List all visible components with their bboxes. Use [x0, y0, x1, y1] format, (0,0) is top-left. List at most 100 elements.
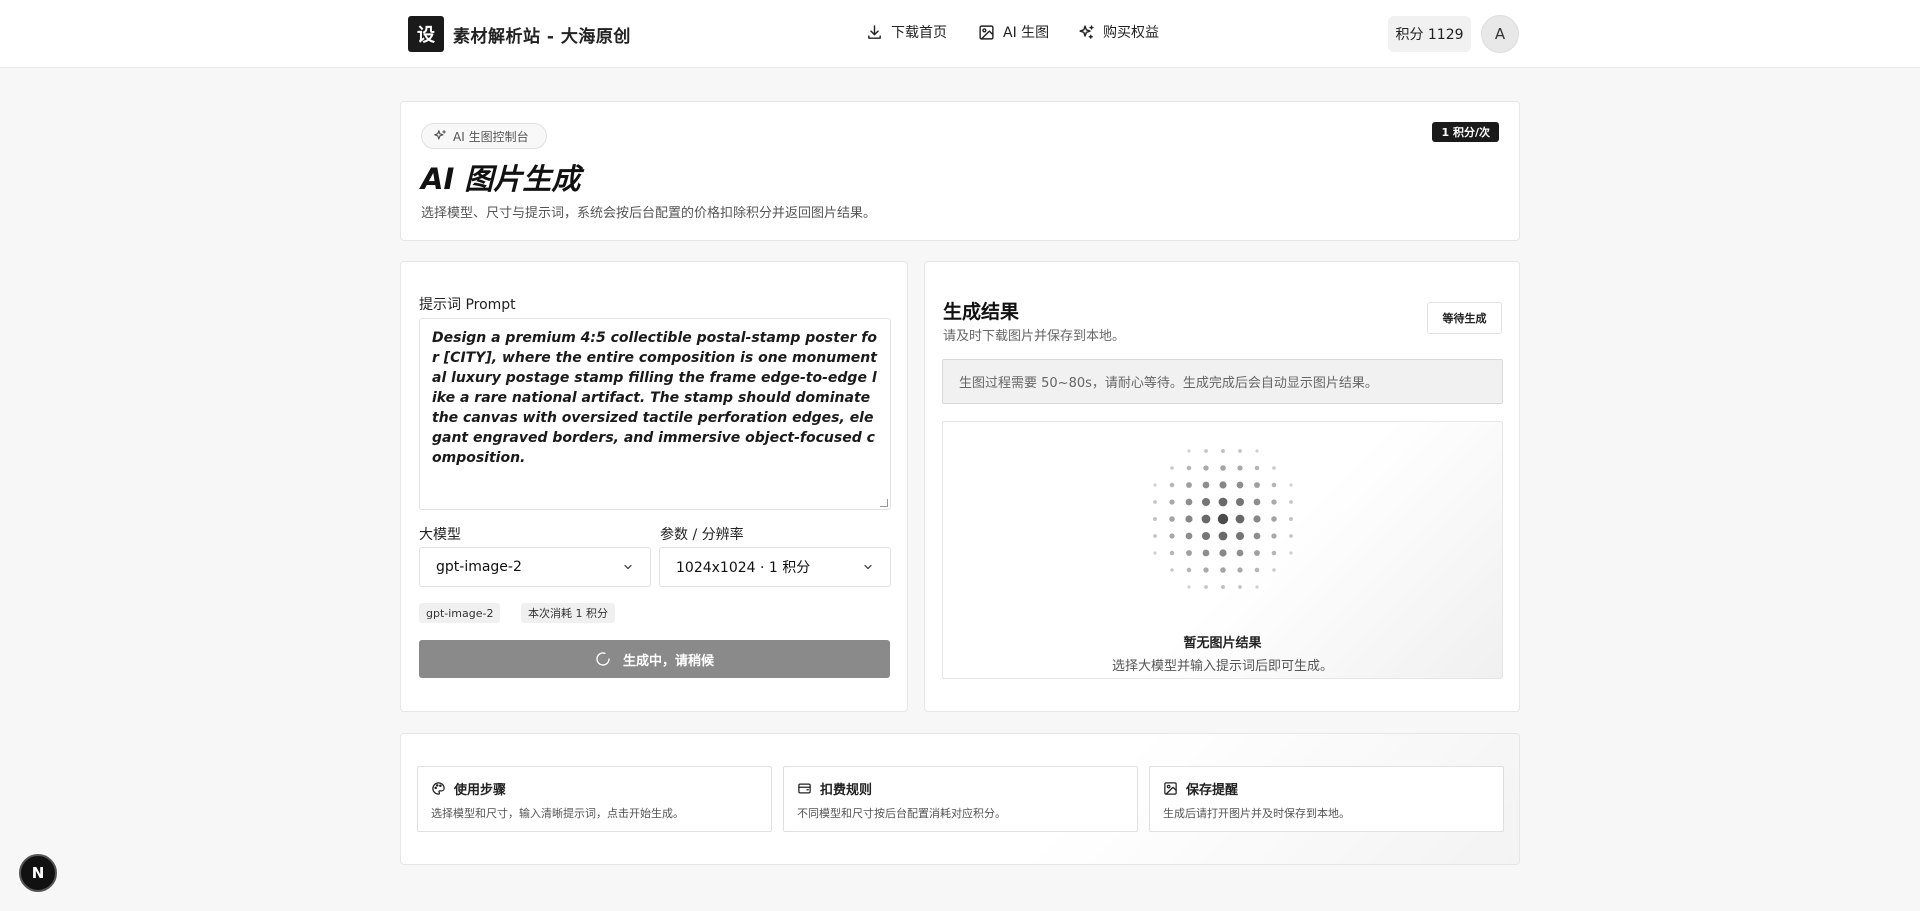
- loading-dot: [1219, 549, 1227, 557]
- loading-dot: [1238, 449, 1242, 453]
- model-select-value: gpt-image-2: [436, 559, 522, 575]
- params-select-value: 1024x1024 · 1 积分: [676, 560, 811, 576]
- loading-dot: [1289, 551, 1293, 555]
- nav-label: AI 生图: [1003, 25, 1050, 41]
- loading-dot: [1271, 482, 1277, 488]
- loading-dot: [1221, 449, 1225, 453]
- params-select[interactable]: 1024x1024 · 1 积分: [659, 547, 891, 587]
- prompt-text: Design a premium 4:5 collectible postal-…: [432, 330, 877, 466]
- wallet-icon: [798, 783, 811, 794]
- loading-dot: [1203, 465, 1209, 471]
- points-balance[interactable]: 积分 1129: [1388, 16, 1471, 52]
- loading-dot: [1170, 466, 1174, 470]
- tip-card-billing: 扣费规则 不同模型和尺寸按后台配置消耗对应积分。: [783, 766, 1138, 832]
- image-icon: [979, 24, 994, 40]
- loading-dot: [1289, 483, 1293, 487]
- site-logo[interactable]: 设: [408, 16, 444, 52]
- loading-dot: [1218, 531, 1228, 541]
- loading-dot: [1272, 466, 1276, 470]
- loading-dot: [1253, 498, 1261, 506]
- generate-button-label: 生成中，请稍候: [622, 653, 714, 669]
- loading-dot: [1220, 465, 1226, 471]
- loading-dot: [1271, 499, 1277, 505]
- site-name[interactable]: 素材解析站 - 大海原创: [453, 22, 631, 47]
- loading-dot: [1235, 514, 1245, 524]
- loading-dot: [1169, 482, 1175, 488]
- resize-handle[interactable]: [880, 499, 888, 507]
- params-label: 参数 / 分辨率: [660, 527, 744, 543]
- tip-body: 生成后请打开图片并及时保存到本地。: [1163, 807, 1350, 820]
- console-chip-label: AI 生图控制台: [453, 129, 529, 144]
- loading-dot: [1254, 550, 1260, 556]
- generation-form-panel: 提示词 Prompt Design a premium 4:5 collecti…: [400, 261, 908, 712]
- loading-dot: [1237, 567, 1243, 573]
- loading-dot: [1237, 465, 1243, 471]
- floating-dev-button[interactable]: N: [19, 854, 57, 892]
- loading-dot: [1219, 481, 1227, 489]
- page-title: AI 图片生成: [421, 162, 581, 196]
- nav-download-home[interactable]: 下载首页: [866, 22, 947, 42]
- result-subtitle: 请及时下载图片并保存到本地。: [943, 329, 1126, 344]
- model-label: 大模型: [419, 527, 461, 543]
- loading-dot: [1153, 500, 1157, 504]
- loading-dot: [1271, 533, 1277, 539]
- loading-dot: [1220, 567, 1226, 573]
- loading-dot: [1254, 567, 1260, 573]
- spinner-icon: [596, 652, 610, 666]
- empty-state-title: 暂无图片结果: [1183, 636, 1262, 651]
- result-panel: 生成结果 请及时下载图片并保存到本地。 等待生成 生图过程需要 50~80s，请…: [924, 261, 1520, 712]
- loading-dot: [1203, 567, 1209, 573]
- tip-title: 保存提醒: [1186, 783, 1239, 798]
- generate-button[interactable]: 生成中，请稍候: [419, 640, 890, 678]
- loading-dot: [1169, 533, 1175, 539]
- avatar[interactable]: A: [1481, 15, 1519, 53]
- loading-dot: [1185, 498, 1193, 506]
- loading-dot: [1238, 585, 1242, 589]
- loading-dot: [1185, 532, 1193, 540]
- result-title: 生成结果: [943, 301, 1020, 323]
- top-header: 设 素材解析站 - 大海原创 下载首页 AI 生图 购买权益 积分 1129 A: [0, 0, 1920, 68]
- loading-dot: [1201, 514, 1211, 524]
- nav-buy-benefits[interactable]: 购买权益: [1078, 22, 1159, 42]
- loading-dots-graphic: [1153, 449, 1293, 589]
- loading-dot: [1221, 585, 1225, 589]
- generation-notice: 生图过程需要 50~80s，请耐心等待。生成完成后会自动显示图片结果。: [942, 359, 1503, 404]
- loading-dot: [1255, 449, 1259, 453]
- sparkles-icon: [1079, 24, 1094, 39]
- loading-dot: [1253, 515, 1261, 523]
- wait-button[interactable]: 等待生成: [1427, 302, 1502, 334]
- loading-dot: [1289, 517, 1293, 521]
- tip-card-steps: 使用步骤 选择模型和尺寸，输入清晰提示词，点击开始生成。: [417, 766, 772, 832]
- loading-dot: [1255, 585, 1259, 589]
- loading-dot: [1187, 585, 1191, 589]
- model-select[interactable]: gpt-image-2: [419, 547, 651, 587]
- cost-tag: 本次消耗 1 积分: [521, 603, 615, 623]
- loading-dot: [1187, 449, 1191, 453]
- image-save-icon: [1164, 782, 1177, 795]
- loading-dot: [1217, 513, 1229, 525]
- nav-ai-image[interactable]: AI 生图: [978, 22, 1049, 42]
- image-preview-area: 暂无图片结果 选择大模型并输入提示词后即可生成。: [942, 421, 1503, 679]
- loading-dot: [1169, 550, 1175, 556]
- prompt-textarea[interactable]: Design a premium 4:5 collectible postal-…: [419, 318, 891, 510]
- loading-dot: [1271, 550, 1277, 556]
- loading-dot: [1153, 534, 1157, 538]
- nav-label: 购买权益: [1103, 25, 1159, 41]
- loading-dot: [1272, 568, 1276, 572]
- loading-dot: [1186, 550, 1192, 556]
- chevron-down-icon: [624, 564, 632, 570]
- loading-dot: [1271, 516, 1277, 522]
- loading-dot: [1236, 481, 1244, 489]
- page-description: 选择模型、尺寸与提示词，系统会按后台配置的价格扣除积分并返回图片结果。: [421, 206, 877, 221]
- tips-panel: 使用步骤 选择模型和尺寸，输入清晰提示词，点击开始生成。 扣费规则 不同模型和尺…: [400, 733, 1520, 865]
- tip-body: 选择模型和尺寸，输入清晰提示词，点击开始生成。: [431, 807, 684, 820]
- loading-dot: [1254, 465, 1260, 471]
- loading-dot: [1153, 551, 1157, 555]
- loading-dot: [1254, 482, 1260, 488]
- intro-panel: AI 生图控制台 1 积分/次 AI 图片生成 选择模型、尺寸与提示词，系统会按…: [400, 101, 1520, 241]
- loading-dot: [1253, 532, 1261, 540]
- loading-dot: [1235, 531, 1245, 541]
- loading-dot: [1236, 549, 1244, 557]
- console-chip: AI 生图控制台: [421, 123, 547, 149]
- tip-card-save: 保存提醒 生成后请打开图片并及时保存到本地。: [1149, 766, 1504, 832]
